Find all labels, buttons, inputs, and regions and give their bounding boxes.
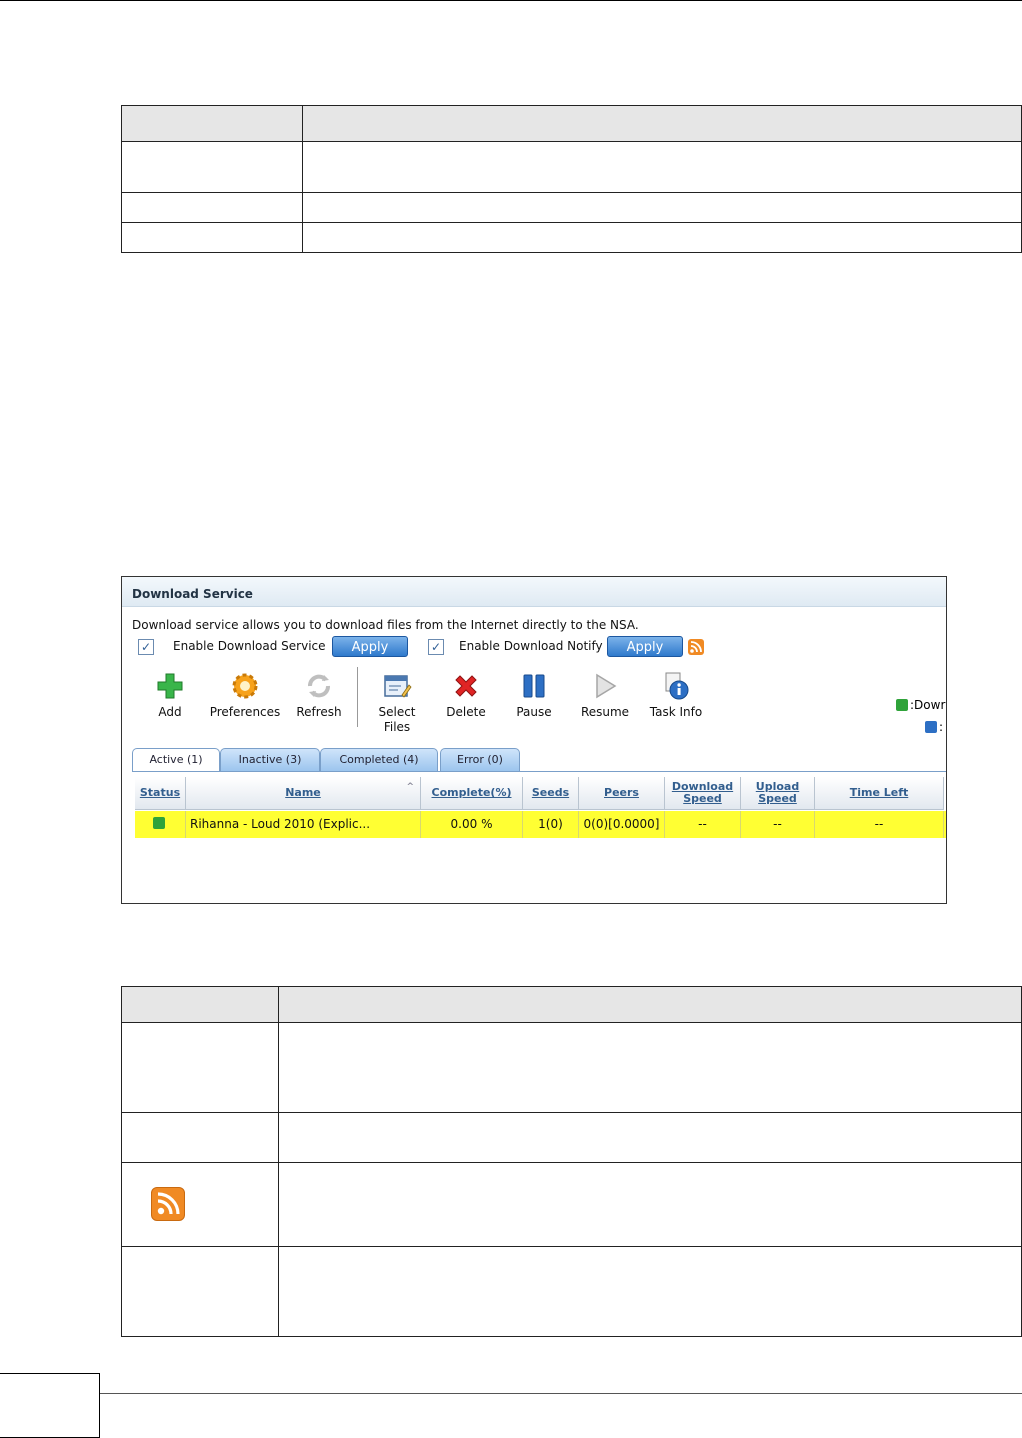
upload-status-icon xyxy=(925,721,937,733)
table-header-cell xyxy=(278,986,1022,1023)
enable-download-notify-label: Enable Download Notify xyxy=(459,639,603,653)
column-header-download-speed[interactable]: Download Speed xyxy=(665,777,741,810)
select-files-icon xyxy=(382,671,412,701)
toolbar-separator xyxy=(357,667,358,727)
service-description: Download service allows you to download … xyxy=(132,618,639,632)
row-peers-cell: 0(0)[0.0000] xyxy=(579,811,665,838)
pause-button[interactable]: Pause xyxy=(509,671,559,720)
task-info-button[interactable]: Task Info xyxy=(644,671,708,720)
pause-label: Pause xyxy=(516,705,552,719)
table-cell xyxy=(278,1112,1022,1163)
row-complete-cell: 0.00 % xyxy=(421,811,523,838)
table-cell xyxy=(121,192,303,223)
refresh-label: Refresh xyxy=(296,705,342,719)
add-button[interactable]: Add xyxy=(142,671,198,720)
download-status-icon xyxy=(153,817,165,829)
select-files-button[interactable]: Select Files xyxy=(371,671,423,735)
column-header-seeds[interactable]: Seeds xyxy=(523,777,579,810)
row-download-speed-cell: -- xyxy=(665,811,741,838)
table-cell xyxy=(278,1022,1022,1113)
row-seeds-cell: 1(0) xyxy=(523,811,579,838)
tab-active[interactable]: Active (1) xyxy=(132,748,220,771)
table-cell xyxy=(121,1112,279,1163)
resume-label: Resume xyxy=(580,705,630,719)
tab-error[interactable]: Error (0) xyxy=(440,748,520,771)
preferences-button[interactable]: Preferences xyxy=(206,671,284,720)
column-header-complete[interactable]: Complete(%) xyxy=(421,777,523,810)
refresh-icon xyxy=(304,671,334,701)
tab-completed[interactable]: Completed (4) xyxy=(320,748,438,771)
gear-icon xyxy=(230,671,260,701)
add-label: Add xyxy=(158,705,182,719)
plus-icon xyxy=(155,671,185,701)
preferences-label: Preferences xyxy=(209,705,281,719)
rss-icon[interactable] xyxy=(688,639,704,655)
table-cell xyxy=(121,1162,279,1247)
resume-button[interactable]: Resume xyxy=(575,671,635,720)
enable-download-service-label: Enable Download Service xyxy=(173,639,326,653)
delete-label: Delete xyxy=(446,705,486,719)
table-row[interactable]: Rihanna - Loud 2010 (Explic... 0.00 % 1(… xyxy=(135,811,946,838)
table-header-cell xyxy=(121,105,303,142)
column-header-status[interactable]: Status xyxy=(135,777,186,810)
apply-download-notify-button[interactable]: Apply xyxy=(607,636,683,657)
pause-icon xyxy=(519,671,549,701)
doc-table-bottom xyxy=(121,986,1022,1337)
sort-indicator-icon: ^ xyxy=(406,782,414,792)
row-time-left-cell: -- xyxy=(815,811,944,838)
column-header-time-left[interactable]: Time Left xyxy=(815,777,944,810)
download-status-icon xyxy=(896,699,908,711)
table-cell xyxy=(121,141,303,193)
footer-rule xyxy=(100,1393,1022,1394)
page-top-rule xyxy=(0,0,1022,1)
tab-underline xyxy=(132,771,946,772)
table-header-cell xyxy=(121,986,279,1023)
enable-download-notify-checkbox[interactable]: ✓ xyxy=(428,639,444,655)
info-icon xyxy=(661,671,691,701)
table-cell xyxy=(302,222,1022,253)
table-cell xyxy=(278,1246,1022,1337)
download-service-window: Download Service Download service allows… xyxy=(121,576,947,904)
table-cell xyxy=(302,141,1022,193)
table-cell xyxy=(278,1162,1022,1247)
column-header-name[interactable]: Name ^ xyxy=(186,777,421,810)
row-status-cell xyxy=(135,811,186,838)
play-icon xyxy=(590,671,620,701)
window-titlebar: Download Service xyxy=(122,577,946,607)
delete-x-icon xyxy=(451,671,481,701)
task-info-label: Task Info xyxy=(649,705,703,719)
apply-download-service-button[interactable]: Apply xyxy=(332,636,408,657)
column-header-peers[interactable]: Peers xyxy=(579,777,665,810)
table-header-cell xyxy=(302,105,1022,142)
task-grid: Status Name ^ Complete(%) Seeds Peers Do… xyxy=(135,777,946,839)
select-files-label: Select Files xyxy=(378,705,416,734)
rss-icon xyxy=(151,1187,185,1221)
refresh-button[interactable]: Refresh xyxy=(292,671,346,720)
window-title: Download Service xyxy=(132,587,253,601)
doc-table-top xyxy=(121,105,1022,253)
delete-button[interactable]: Delete xyxy=(440,671,492,720)
legend-download: :Dowr xyxy=(896,698,945,712)
row-name-cell: Rihanna - Loud 2010 (Explic... xyxy=(186,811,421,838)
table-cell xyxy=(302,192,1022,223)
table-cell xyxy=(121,1022,279,1113)
enable-download-service-checkbox[interactable]: ✓ xyxy=(138,639,154,655)
table-cell xyxy=(121,1246,279,1337)
column-header-upload-speed[interactable]: Upload Speed xyxy=(741,777,815,810)
legend-upload: : xyxy=(925,720,943,734)
table-cell xyxy=(121,222,303,253)
tab-inactive[interactable]: Inactive (3) xyxy=(220,748,320,771)
page-number-box xyxy=(0,1373,100,1438)
row-upload-speed-cell: -- xyxy=(741,811,815,838)
